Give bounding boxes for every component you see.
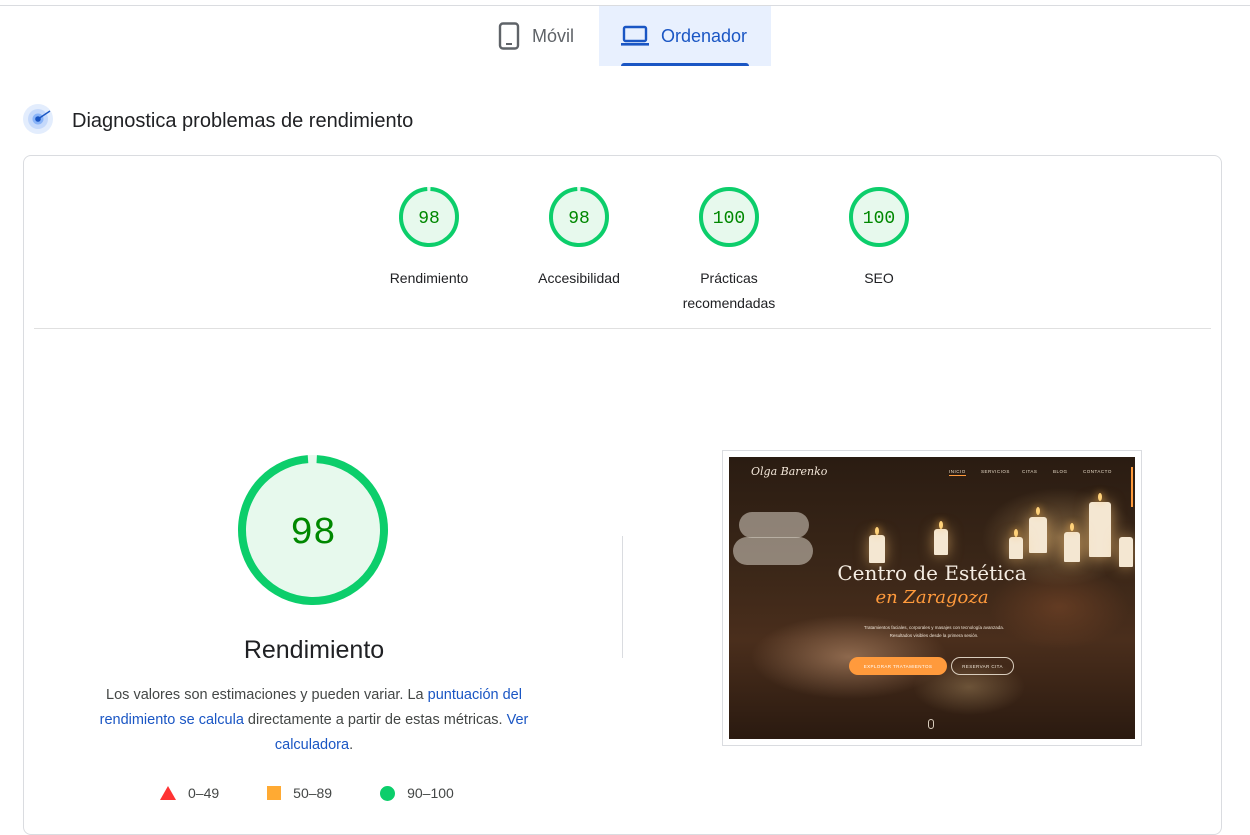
site-primary-button: EXPLORAR TRATAMIENTOS bbox=[849, 657, 947, 675]
site-scroll-indicator bbox=[1131, 467, 1133, 507]
section-divider bbox=[34, 328, 1211, 329]
performance-score-value: 98 bbox=[290, 512, 336, 555]
diagnose-header: Diagnostica problemas de rendimiento bbox=[22, 103, 413, 140]
site-nav-item: BLOG bbox=[1053, 469, 1068, 474]
score-legend: 0–49 50–89 90–100 bbox=[160, 785, 502, 801]
laptop-icon bbox=[621, 25, 649, 47]
gauge-label: Rendimiento bbox=[389, 270, 469, 286]
score-value: 98 bbox=[418, 209, 440, 229]
desc-text: . bbox=[349, 737, 354, 753]
performance-title: Rendimiento bbox=[243, 636, 385, 664]
site-nav-item: CITAS bbox=[1022, 469, 1038, 474]
legend-fail: 0–49 bbox=[160, 785, 219, 801]
tab-desktop-label: Ordenador bbox=[661, 25, 748, 46]
site-nav-item: SERVICIOS bbox=[981, 469, 1010, 474]
site-hero-text-line: Tratamientos faciales, corporales y masa… bbox=[863, 625, 1005, 630]
device-tabs: Móvil Ordenador bbox=[480, 6, 771, 66]
tab-desktop[interactable]: Ordenador bbox=[599, 6, 771, 66]
category-gauges: 98 Rendimiento 98 Accesibilidad 100 Prác… bbox=[354, 186, 954, 316]
circle-icon bbox=[380, 785, 396, 801]
gauge-performance[interactable]: 98 Rendimiento bbox=[354, 186, 504, 316]
gauge-label: SEO bbox=[864, 270, 894, 286]
score-ring: 100 bbox=[849, 187, 909, 247]
site-hero-text-line: Resultados visibles desde la primera ses… bbox=[889, 633, 979, 638]
performance-score-ring: 98 bbox=[238, 455, 388, 606]
site-hero-subtitle: en Zaragoza bbox=[875, 587, 989, 608]
tab-mobile[interactable]: Móvil bbox=[480, 6, 599, 66]
vertical-divider bbox=[622, 536, 623, 658]
tab-mobile-label: Móvil bbox=[532, 25, 575, 46]
gauge-accessibility[interactable]: 98 Accesibilidad bbox=[504, 186, 654, 316]
page-screenshot: Olga Barenko INICIO SERVICIOS CITAS BLOG… bbox=[729, 457, 1135, 739]
score-value: 100 bbox=[713, 209, 745, 229]
legend-pass: 90–100 bbox=[380, 785, 454, 801]
smartphone-icon bbox=[498, 22, 520, 50]
legend-range: 50–89 bbox=[293, 785, 333, 801]
gauge-label: Accesibilidad bbox=[538, 270, 620, 286]
site-secondary-button: RESERVAR CITA bbox=[951, 657, 1014, 675]
site-nav-item: CONTACTO bbox=[1083, 469, 1112, 474]
final-screenshot: Olga Barenko INICIO SERVICIOS CITAS BLOG… bbox=[722, 450, 1142, 746]
diagnose-title: Diagnostica problemas de rendimiento bbox=[72, 110, 414, 132]
site-hero-title: Centro de Estética bbox=[837, 561, 1027, 585]
score-ring: 100 bbox=[699, 187, 759, 247]
tab-selected-indicator bbox=[621, 63, 749, 66]
triangle-icon bbox=[160, 786, 176, 800]
score-ring: 98 bbox=[399, 187, 459, 247]
score-ring: 98 bbox=[549, 187, 609, 247]
gauge-best-practices[interactable]: 100 Prácticas recomendadas bbox=[654, 186, 804, 316]
site-logo: Olga Barenko bbox=[751, 465, 828, 478]
lighthouse-radar-icon bbox=[22, 103, 54, 140]
scroll-mouse-icon bbox=[928, 719, 934, 729]
square-icon bbox=[267, 786, 282, 800]
desc-text: Los valores son estimaciones y pueden va… bbox=[106, 687, 428, 703]
desc-text: directamente a partir de estas métricas. bbox=[243, 712, 507, 728]
score-value: 98 bbox=[568, 209, 590, 229]
legend-average: 50–89 bbox=[267, 785, 332, 801]
site-hero-text: Tratamientos faciales, corporales y masa… bbox=[809, 624, 1059, 640]
gauge-label: Prácticas recomendadas bbox=[682, 270, 776, 311]
site-nav-item: INICIO bbox=[949, 469, 966, 476]
report-card: 98 Rendimiento 98 Accesibilidad 100 Prác… bbox=[23, 155, 1222, 835]
legend-range: 90–100 bbox=[407, 785, 454, 801]
performance-description: Los valores son estimaciones y pueden va… bbox=[84, 683, 544, 758]
legend-range: 0–49 bbox=[188, 785, 220, 801]
gauge-seo[interactable]: 100 SEO bbox=[804, 186, 954, 316]
score-value: 100 bbox=[863, 209, 895, 229]
